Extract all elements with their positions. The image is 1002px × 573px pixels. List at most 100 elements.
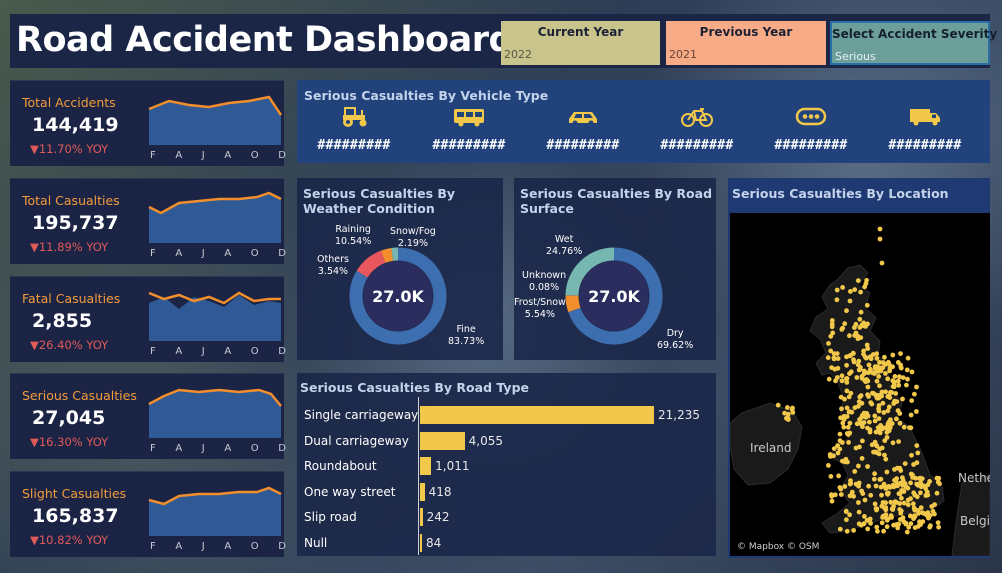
location-dot[interactable] <box>851 493 856 499</box>
location-dot[interactable] <box>847 512 852 518</box>
location-dot[interactable] <box>856 480 862 486</box>
location-dot[interactable] <box>912 492 918 498</box>
location-dot[interactable] <box>884 435 890 440</box>
location-dot[interactable] <box>852 287 858 292</box>
location-dot[interactable] <box>847 333 852 339</box>
location-dot[interactable] <box>861 410 867 416</box>
location-dot[interactable] <box>886 490 891 496</box>
location-dot[interactable] <box>837 526 843 532</box>
location-dot[interactable] <box>876 374 882 379</box>
location-dot[interactable] <box>908 480 913 486</box>
location-dot[interactable] <box>890 440 896 446</box>
location-dot[interactable] <box>876 408 882 414</box>
location-dot[interactable] <box>859 456 865 461</box>
location-dot[interactable] <box>883 507 889 513</box>
location-dot[interactable] <box>904 367 910 373</box>
location-dot[interactable] <box>909 369 915 375</box>
location-dot[interactable] <box>913 475 918 481</box>
location-dot[interactable] <box>829 493 835 499</box>
location-dot[interactable] <box>883 500 888 506</box>
location-dot[interactable] <box>923 493 929 498</box>
location-dot[interactable] <box>866 394 871 399</box>
location-dot[interactable] <box>894 522 899 527</box>
location-dot[interactable] <box>856 399 862 405</box>
location-dot[interactable] <box>775 402 781 408</box>
location-dot[interactable] <box>857 316 863 322</box>
location-dot[interactable] <box>909 452 914 458</box>
location-dot[interactable] <box>829 318 835 323</box>
location-dot[interactable] <box>885 408 891 414</box>
location-dot[interactable] <box>847 353 852 359</box>
location-dot[interactable] <box>914 409 919 414</box>
location-dot[interactable] <box>898 508 904 514</box>
location-dot[interactable] <box>895 360 901 365</box>
severity-filter[interactable]: Select Accident Severity Serious <box>830 21 997 65</box>
location-dot[interactable] <box>863 324 868 329</box>
location-dot[interactable] <box>785 415 791 421</box>
location-dot[interactable] <box>881 410 887 415</box>
location-dot[interactable] <box>839 440 845 445</box>
location-dot[interactable] <box>919 482 924 488</box>
vehicle-cell-agriculture[interactable]: ######### <box>299 106 409 153</box>
location-dot[interactable] <box>828 474 834 479</box>
location-dot[interactable] <box>923 512 929 518</box>
location-dot[interactable] <box>831 446 837 451</box>
location-dot[interactable] <box>875 369 881 374</box>
uk-map[interactable]: Ireland Nethe Belgi © Mapbox © OSM <box>730 213 990 556</box>
location-dot[interactable] <box>872 471 877 477</box>
location-dot[interactable] <box>912 391 917 397</box>
location-dot[interactable] <box>846 409 852 415</box>
location-dot[interactable] <box>935 479 941 485</box>
location-dot[interactable] <box>866 483 871 489</box>
vehicle-cell-car[interactable]: ######### <box>528 106 638 153</box>
donut-slice-frost-snow[interactable] <box>565 295 581 313</box>
vehicle-cell-van[interactable]: ######### <box>870 106 980 153</box>
location-dot[interactable] <box>842 396 847 402</box>
location-dot[interactable] <box>935 520 941 526</box>
location-dot[interactable] <box>841 424 847 430</box>
location-dot[interactable] <box>901 500 907 506</box>
location-dot[interactable] <box>882 354 887 360</box>
vehicle-cell-others[interactable]: ######### <box>756 106 866 153</box>
location-dot[interactable] <box>908 496 913 502</box>
location-dot[interactable] <box>867 516 873 522</box>
location-dot[interactable] <box>829 324 835 330</box>
location-dot[interactable] <box>897 411 903 416</box>
location-dot[interactable] <box>908 412 914 418</box>
bar-null[interactable] <box>420 533 422 552</box>
location-dot[interactable] <box>785 405 790 410</box>
location-dot[interactable] <box>865 384 871 390</box>
location-dot[interactable] <box>856 509 862 515</box>
location-dot[interactable] <box>834 287 840 293</box>
location-dot[interactable] <box>874 356 880 361</box>
location-dot[interactable] <box>905 376 910 382</box>
location-dot[interactable] <box>897 501 903 506</box>
location-dot[interactable] <box>909 398 915 403</box>
location-dot[interactable] <box>867 419 872 425</box>
location-dot[interactable] <box>915 450 921 456</box>
location-dot[interactable] <box>888 390 893 395</box>
location-dot[interactable] <box>826 376 832 382</box>
location-dot[interactable] <box>893 391 899 396</box>
location-dot[interactable] <box>830 330 836 336</box>
location-dot[interactable] <box>879 520 885 526</box>
location-dot[interactable] <box>918 490 923 496</box>
location-dot[interactable] <box>782 410 787 416</box>
location-dot[interactable] <box>877 383 882 389</box>
location-dot[interactable] <box>859 373 865 379</box>
location-dot[interactable] <box>932 511 937 517</box>
location-dot[interactable] <box>836 473 841 479</box>
location-dot[interactable] <box>905 485 911 491</box>
location-dot[interactable] <box>828 454 833 459</box>
location-dot[interactable] <box>888 499 894 505</box>
location-dot[interactable] <box>873 393 879 399</box>
location-dot[interactable] <box>826 341 831 346</box>
location-dot[interactable] <box>890 352 896 358</box>
location-dot[interactable] <box>900 475 905 481</box>
location-dot[interactable] <box>883 512 889 517</box>
location-dot[interactable] <box>884 469 890 475</box>
location-dot[interactable] <box>879 389 885 395</box>
vehicle-cell-bike[interactable]: ######### <box>642 106 752 153</box>
location-dot[interactable] <box>844 431 850 436</box>
location-dot[interactable] <box>905 355 911 361</box>
